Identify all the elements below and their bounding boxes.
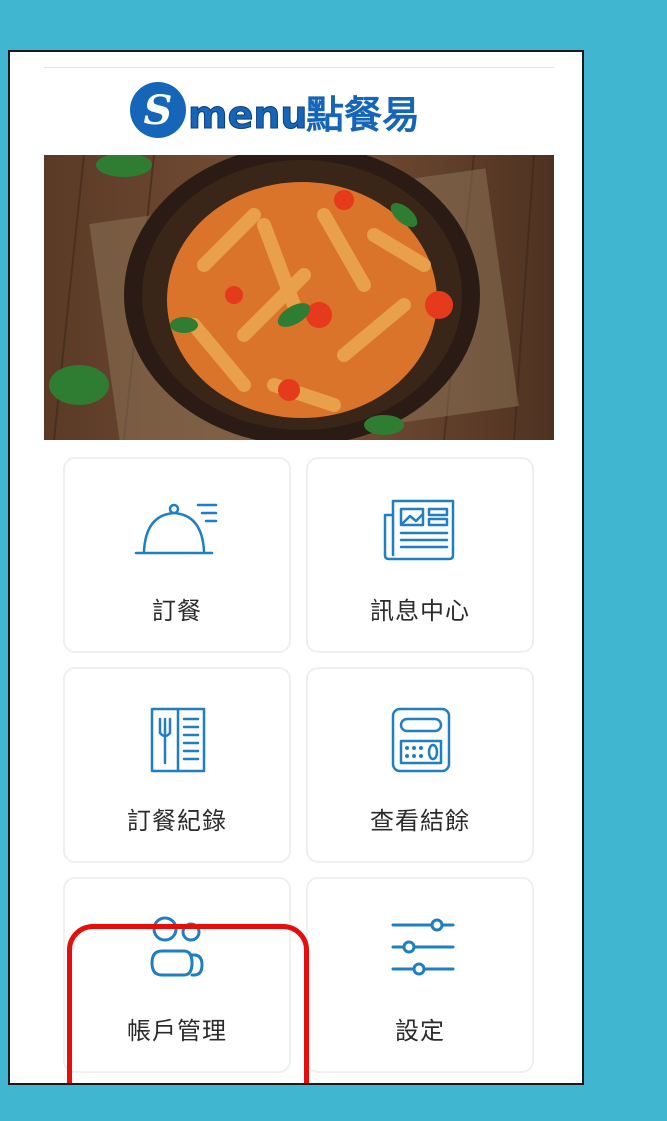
message-center-label: 訊息中心 [370, 597, 470, 625]
serving-cloche-icon [65, 495, 289, 565]
order-label: 訂餐 [152, 597, 202, 625]
order-button[interactable]: 訂餐 [63, 457, 291, 653]
highlight-outline [67, 924, 309, 1083]
app-logo: S menu 點餐易 [10, 76, 582, 146]
logo-subtitle: 點餐易 [306, 92, 420, 137]
top-divider [44, 67, 554, 68]
app-screen: S menu 點餐易 訂餐 訊息中心 訂餐紀錄 查看結餘 帳戶管理 設定 [8, 50, 584, 1085]
calculator-balance-icon [308, 705, 532, 775]
check-balance-label: 查看結餘 [370, 807, 470, 835]
logo-letter: S [144, 87, 173, 134]
message-center-button[interactable]: 訊息中心 [306, 457, 534, 653]
settings-button[interactable]: 設定 [306, 877, 534, 1073]
newspaper-icon [308, 495, 532, 565]
settings-label: 設定 [395, 1017, 445, 1045]
order-history-label: 訂餐紀錄 [127, 807, 227, 835]
sliders-icon [308, 915, 532, 985]
check-balance-button[interactable]: 查看結餘 [306, 667, 534, 863]
menu-book-icon [65, 705, 289, 775]
order-history-button[interactable]: 訂餐紀錄 [63, 667, 291, 863]
logo-brand-name: menu [188, 93, 307, 137]
hero-food-image [44, 155, 554, 440]
